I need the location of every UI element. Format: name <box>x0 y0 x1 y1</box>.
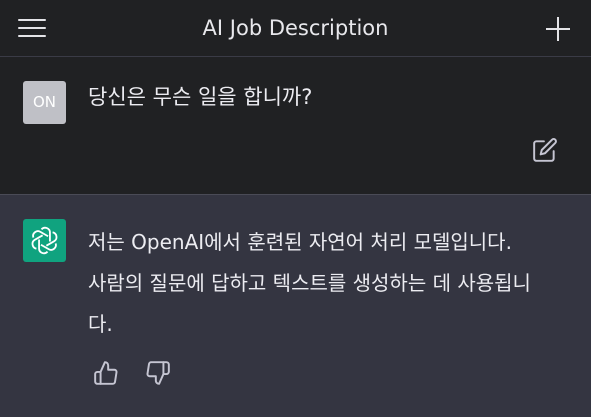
assistant-text-line: 사람의 질문에 답하고 텍스트를 생성하는 데 사용됩니 <box>88 271 531 295</box>
edit-icon[interactable] <box>532 137 558 163</box>
assistant-text-line: 저는 OpenAI에서 훈련된 자연어 처리 모델입니다. <box>88 230 512 254</box>
user-message-text: 당신은 무슨 일을 합니까? <box>88 85 313 109</box>
assistant-text-line: 다. <box>88 312 113 336</box>
assistant-message: 저는 OpenAI에서 훈련된 자연어 처리 모델입니다. 사람의 질문에 답하… <box>0 195 591 417</box>
assistant-avatar <box>23 219 66 262</box>
page-title: AI Job Description <box>202 16 389 40</box>
thumbs-down-icon[interactable] <box>145 360 171 386</box>
plus-icon[interactable] <box>545 16 571 42</box>
user-message: ON 당신은 무슨 일을 합니까? <box>0 57 591 195</box>
openai-logo-icon <box>31 226 58 255</box>
thumbs-up-icon[interactable] <box>93 360 119 386</box>
app-header: AI Job Description <box>0 0 591 57</box>
assistant-message-text: 저는 OpenAI에서 훈련된 자연어 처리 모델입니다. 사람의 질문에 답하… <box>88 222 568 345</box>
user-avatar: ON <box>23 81 66 124</box>
